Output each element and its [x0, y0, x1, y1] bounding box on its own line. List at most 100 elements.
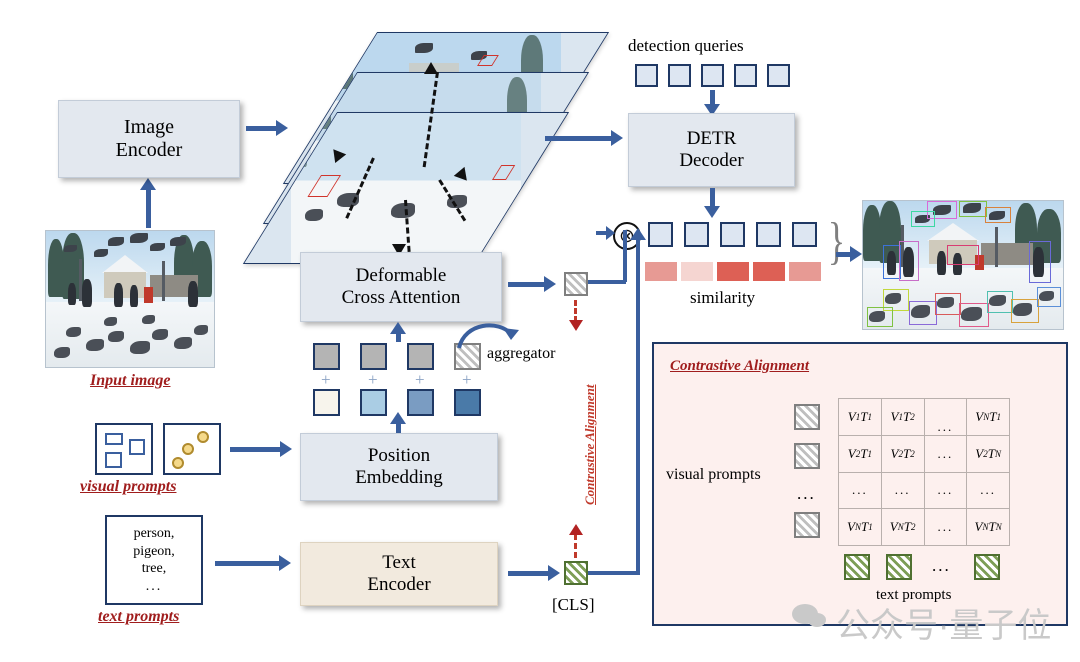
bird [174, 337, 192, 349]
arrow-token-to-otimes-h [588, 280, 626, 284]
arrow-input-to-encoder-head [140, 178, 156, 190]
cls-token[interactable] [564, 561, 588, 585]
detection-query-token[interactable] [668, 64, 691, 87]
arrow-text-to-encoder-head [279, 555, 291, 571]
visual-feature-token[interactable] [564, 272, 588, 296]
image-encoder-label-2: Encoder [115, 139, 183, 161]
visual-prompts-label: visual prompts [80, 478, 177, 495]
text-prompt-line: pigeon, [133, 543, 175, 559]
arrow-to-output-image-head [850, 246, 862, 262]
prompt-token-gray[interactable] [407, 343, 434, 370]
arrow-cls-right [588, 571, 640, 575]
position-token[interactable] [313, 389, 340, 416]
arrow-encoder-to-cls [508, 571, 550, 576]
arrow-cls-up-head [630, 228, 646, 240]
similarity-bar [789, 262, 821, 281]
text-encoder-module[interactable]: Text Encoder [300, 542, 498, 606]
arrow-cls-up [636, 238, 640, 574]
visual-prompt-ellipsis: ... [797, 484, 816, 503]
matrix-cell: V1T1 [839, 399, 881, 435]
panel-visual-prompts-label: visual prompts [666, 466, 761, 483]
building [104, 272, 146, 298]
bird [104, 317, 117, 326]
matrix-cell: ... [924, 399, 967, 435]
prompt-token-gray[interactable] [313, 343, 340, 370]
person [82, 279, 92, 307]
visual-prompt-token[interactable] [794, 512, 820, 538]
detection-query-token[interactable] [767, 64, 790, 87]
arrow-encoder-to-featmaps-head [276, 120, 288, 136]
decoder-output-token[interactable] [720, 222, 745, 247]
deformable-label-2: Cross Attention [341, 287, 461, 308]
matrix-cell: ... [881, 472, 924, 509]
matrix-cell: ... [924, 435, 967, 472]
detection-box [935, 293, 961, 315]
arrow-tokens-to-dca-head [390, 322, 406, 334]
position-token[interactable] [407, 389, 434, 416]
detection-query-token[interactable] [701, 64, 724, 87]
detection-box [899, 241, 919, 281]
arrow-encoder-to-cls-head [548, 565, 560, 581]
contrastive-dashed-up-head [569, 524, 583, 535]
decoder-output-token[interactable] [792, 222, 817, 247]
prompt-rect [105, 433, 123, 445]
decoder-output-token[interactable] [756, 222, 781, 247]
text-prompt-box[interactable]: person, pigeon, tree, ... [105, 515, 203, 605]
position-token[interactable] [360, 389, 387, 416]
flying-bird [108, 237, 124, 246]
text-prompt-token[interactable] [974, 554, 1000, 580]
matrix-cell: V1T2 [881, 399, 924, 435]
matrix-cell: VNTN [967, 509, 1009, 545]
decoder-output-token[interactable] [648, 222, 673, 247]
visual-prompt-token[interactable] [794, 443, 820, 469]
prompt-point [197, 431, 209, 443]
arrow-into-otimes-head [606, 226, 615, 240]
position-label-1: Position [367, 445, 431, 467]
visual-prompt-box-rects[interactable] [95, 423, 153, 475]
arrow-detr-to-outputs-head [704, 206, 720, 218]
bird [86, 339, 104, 351]
matrix-cell: VNT2 [881, 509, 924, 545]
text-prompt-ellipsis: ... [932, 556, 951, 575]
similarity-bar [645, 262, 677, 281]
text-encoder-label-2: Encoder [367, 574, 431, 595]
arrow-visual-to-pe-head [280, 441, 292, 457]
detr-decoder-module[interactable]: DETR Decoder [628, 113, 795, 187]
bird [130, 341, 150, 354]
position-embedding-module[interactable]: Position Embedding [300, 433, 498, 501]
text-prompt-token[interactable] [886, 554, 912, 580]
arrow-featmaps-to-detr [545, 136, 613, 141]
output-brace: } [827, 213, 846, 270]
flying-bird [64, 245, 77, 252]
decoder-output-token[interactable] [684, 222, 709, 247]
plus-sign: + [321, 370, 331, 389]
image-encoder-module[interactable]: Image Encoder [58, 100, 240, 178]
prompt-rect [105, 452, 122, 468]
text-encoder-label-1: Text [382, 552, 416, 574]
bird [54, 347, 70, 358]
flying-bird [170, 237, 186, 246]
cls-label: [CLS] [552, 595, 595, 614]
arrow-text-to-encoder [215, 561, 281, 566]
position-token[interactable] [454, 389, 481, 416]
visual-prompt-token[interactable] [794, 404, 820, 430]
text-prompt-token[interactable] [844, 554, 870, 580]
plus-sign: + [462, 370, 472, 389]
matrix-cell: V2T2 [881, 435, 924, 472]
deformable-cross-attention-module[interactable]: Deformable Cross Attention [300, 252, 502, 322]
contrastive-alignment-panel: Contrastive Alignment visual prompts ...… [652, 342, 1068, 626]
prompt-token-gray[interactable] [360, 343, 387, 370]
contrastive-alignment-vertical-label: Contrastive Alignment [582, 384, 597, 505]
matrix-cell: VNT1 [967, 399, 1009, 435]
visual-prompt-box-points[interactable] [163, 423, 221, 475]
detection-query-token[interactable] [734, 64, 757, 87]
detection-query-token[interactable] [635, 64, 658, 87]
detection-box [959, 303, 989, 327]
detection-box [985, 207, 1011, 223]
red-kiosk [144, 287, 153, 303]
flying-bird [130, 233, 148, 243]
output-image [862, 200, 1064, 330]
wechat-icon-small [808, 613, 826, 627]
contrastive-panel-title: Contrastive Alignment [670, 358, 810, 374]
person [114, 283, 123, 307]
